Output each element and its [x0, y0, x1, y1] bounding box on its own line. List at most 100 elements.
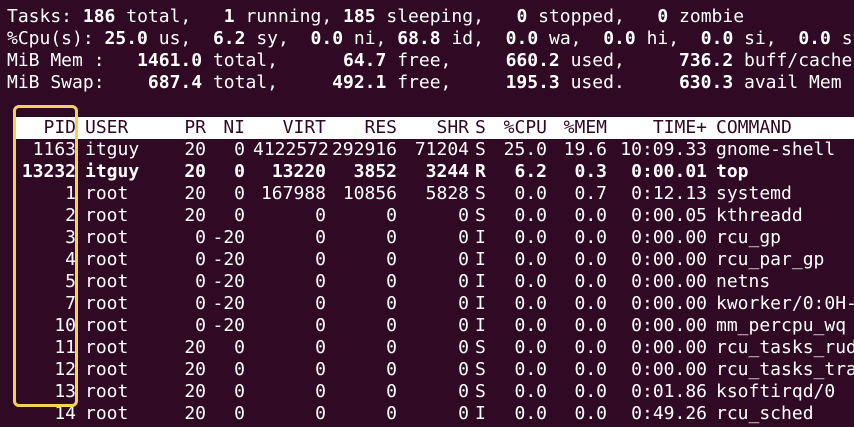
- process-ni-cell: -20: [212, 249, 245, 270]
- process-command-cell: rcu_tasks_trac: [716, 359, 854, 380]
- process-row: 11 root 20 0 0 0 0 S 0.0 0.0 0:00.00 rcu_tasks_rude: [0, 337, 854, 359]
- mem-total: 1461.0: [137, 50, 203, 71]
- process-pr-cell: 20: [184, 403, 206, 424]
- process-state-cell: I: [475, 403, 486, 424]
- process-mem-cell: 0.0: [574, 249, 607, 270]
- tasks-stopped-label: stopped,: [538, 6, 625, 27]
- mem-free: 64.7: [343, 50, 387, 71]
- tasks-stopped: 0: [516, 6, 528, 27]
- col-header-command: COMMAND: [716, 117, 792, 138]
- process-pr-cell: 20: [184, 359, 206, 380]
- swap-used: 195.3: [505, 72, 560, 93]
- process-time-cell: 0:49.26: [631, 403, 707, 424]
- col-header-virt: VIRT: [282, 117, 326, 138]
- process-row: 12 root 20 0 0 0 0 S 0.0 0.0 0:00.00 rcu_tasks_trac: [0, 359, 854, 381]
- process-row: 2 root 20 0 0 0 0 S 0.0 0.0 0:00.05 kthreadd: [0, 205, 854, 227]
- process-virt-cell: 0: [315, 205, 326, 226]
- process-cpu-cell: 0.0: [514, 271, 547, 292]
- process-res-cell: 0: [386, 403, 397, 424]
- mem-total-label: total,: [212, 50, 278, 71]
- cpu-ni: 0.0: [310, 28, 344, 49]
- cpu-us-label: us,: [158, 28, 192, 49]
- process-time-cell: 0:01.86: [631, 381, 707, 402]
- terminal-window[interactable]: Tasks: 186 total, 1 running, 185 sleepin…: [0, 0, 854, 427]
- process-res-cell: 0: [386, 205, 397, 226]
- process-state-cell: I: [475, 293, 486, 314]
- process-command-cell: top: [716, 161, 749, 182]
- process-pr-cell: 20: [184, 139, 206, 160]
- swap-summary-line: MiB Swap: 687.4 total, 492.1 free, 195.3…: [7, 72, 842, 94]
- process-res-cell: 0: [386, 293, 397, 314]
- process-virt-cell: 0: [315, 249, 326, 270]
- process-virt-cell: 0: [315, 227, 326, 248]
- process-pr-cell: 0: [195, 293, 206, 314]
- process-mem-cell: 0.0: [574, 271, 607, 292]
- col-header-s: S: [475, 117, 486, 138]
- process-ni-cell: 0: [234, 139, 245, 160]
- process-cpu-cell: 0.0: [514, 381, 547, 402]
- process-user-cell: root: [85, 337, 129, 358]
- process-pr-cell: 0: [195, 271, 206, 292]
- mem-summary-line: MiB Mem : 1461.0 total, 64.7 free, 660.2…: [7, 50, 852, 72]
- process-mem-cell: 0.0: [574, 315, 607, 336]
- process-virt-cell: 0: [315, 337, 326, 358]
- cpu-label: %Cpu(s):: [7, 28, 94, 49]
- process-shr-cell: 0: [458, 227, 469, 248]
- swap-avail: 630.3: [678, 72, 734, 93]
- col-header-res: RES: [364, 117, 397, 138]
- col-header-time: TIME+: [652, 117, 707, 138]
- process-mem-cell: 0.0: [574, 293, 607, 314]
- swap-total-label: total,: [212, 72, 278, 93]
- process-ni-cell: -20: [212, 293, 245, 314]
- process-time-cell: 0:12.13: [631, 183, 707, 204]
- cpu-id: 68.8: [397, 28, 441, 49]
- process-mem-cell: 19.6: [563, 139, 607, 160]
- cpu-si: 0.0: [700, 28, 734, 49]
- mem-label: MiB Mem :: [7, 50, 105, 71]
- process-mem-cell: 0.0: [574, 403, 607, 424]
- process-res-cell: 292916: [331, 139, 397, 160]
- process-row: 3 root 0 -20 0 0 0 I 0.0 0.0 0:00.00 rcu_gp: [0, 227, 854, 249]
- process-state-cell: I: [475, 271, 486, 292]
- process-shr-cell: 3244: [425, 161, 469, 182]
- process-res-cell: 0: [386, 315, 397, 336]
- process-state-cell: I: [475, 249, 486, 270]
- cpu-wa-label: wa,: [549, 28, 582, 49]
- swap-total: 687.4: [147, 72, 203, 93]
- cpu-st-label: st: [841, 28, 854, 49]
- process-time-cell: 0:00.00: [631, 337, 707, 358]
- process-user-cell: root: [85, 315, 129, 336]
- process-row: 13232 itguy 20 0 13220 3852 3244 R 6.2 0.3 0:00.01…: [0, 161, 854, 183]
- process-ni-cell: -20: [212, 227, 245, 248]
- process-row: 1163 itguy 20 0 4122572 292916 71204 S 25.0 19.6 1…: [0, 139, 854, 161]
- process-mem-cell: 0.0: [574, 227, 607, 248]
- process-command-cell: systemd: [716, 183, 792, 204]
- mem-used-label: used,: [570, 50, 625, 71]
- process-shr-cell: 0: [458, 293, 469, 314]
- process-time-cell: 0:00.00: [631, 249, 707, 270]
- tasks-zombie-label: zombie: [679, 6, 745, 27]
- process-state-cell: S: [475, 359, 486, 380]
- cpu-id-label: id,: [451, 28, 484, 49]
- process-shr-cell: 0: [458, 359, 469, 380]
- cpu-sy-label: sy,: [256, 28, 289, 49]
- swap-free-label: free,: [397, 72, 452, 93]
- swap-label: MiB Swap:: [7, 72, 105, 93]
- process-mem-cell: 0.3: [574, 161, 607, 182]
- process-res-cell: 0: [386, 227, 397, 248]
- process-ni-cell: 0: [234, 403, 245, 424]
- process-user-cell: root: [85, 227, 129, 248]
- mem-buff: 736.2: [678, 50, 734, 71]
- process-virt-cell: 0: [315, 271, 326, 292]
- cpu-hi: 0.0: [603, 28, 636, 49]
- cpu-us: 25.0: [104, 28, 148, 49]
- process-user-cell: root: [85, 271, 129, 292]
- process-state-cell: S: [475, 183, 486, 204]
- process-mem-cell: 0.7: [574, 183, 607, 204]
- process-user-cell: root: [85, 381, 129, 402]
- process-virt-cell: 0: [315, 293, 326, 314]
- process-time-cell: 0:00.00: [631, 227, 707, 248]
- process-cpu-cell: 0.0: [514, 249, 547, 270]
- col-header-pr: PR: [184, 117, 206, 138]
- process-pr-cell: 20: [184, 183, 206, 204]
